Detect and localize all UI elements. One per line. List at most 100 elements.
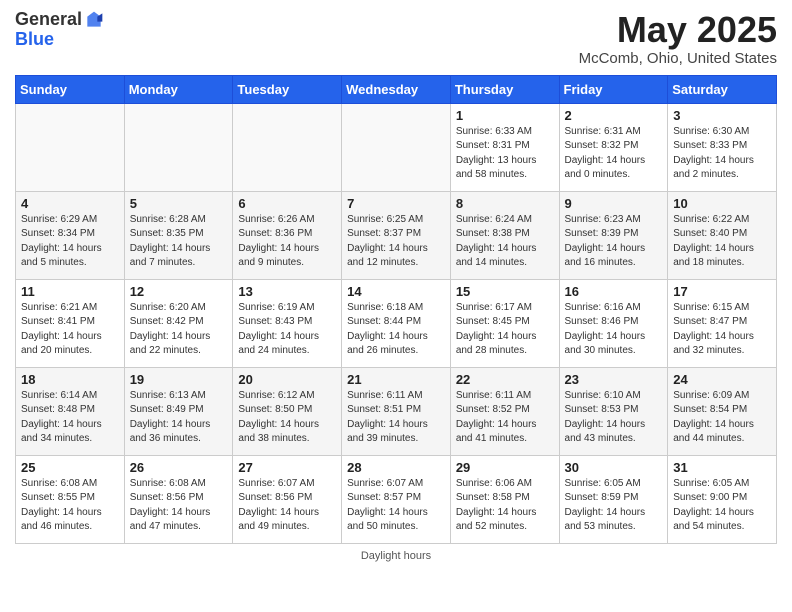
day-number: 12 xyxy=(130,284,228,299)
week-row-1: 1Sunrise: 6:33 AMSunset: 8:31 PMDaylight… xyxy=(16,103,777,191)
calendar-table: SundayMondayTuesdayWednesdayThursdayFrid… xyxy=(15,75,777,544)
calendar-cell xyxy=(342,103,451,191)
day-info: Sunrise: 6:06 AMSunset: 8:58 PMDaylight:… xyxy=(456,477,554,535)
day-info: Sunrise: 6:09 AMSunset: 8:54 PMDaylight:… xyxy=(673,389,771,447)
day-info: Sunrise: 6:05 AMSunset: 8:59 PMDaylight:… xyxy=(565,477,663,535)
header-day-wednesday: Wednesday xyxy=(342,75,451,103)
day-number: 27 xyxy=(238,460,336,475)
day-info: Sunrise: 6:26 AMSunset: 8:36 PMDaylight:… xyxy=(238,213,336,271)
day-info: Sunrise: 6:10 AMSunset: 8:53 PMDaylight:… xyxy=(565,389,663,447)
calendar-cell: 28 Sunrise: 6:07 AMSunset: 8:57 PMDayligh… xyxy=(342,455,451,543)
header-day-friday: Friday xyxy=(559,75,668,103)
calendar-cell: 20Sunrise: 6:12 AMSunset: 8:50 PMDayligh… xyxy=(233,367,342,455)
calendar-cell: 25 Sunrise: 6:08 AMSunset: 8:55 PMDayligh… xyxy=(16,455,125,543)
calendar-cell: 10Sunrise: 6:22 AMSunset: 8:40 PMDayligh… xyxy=(668,191,777,279)
day-info: Sunrise: 6:28 AMSunset: 8:35 PMDaylight:… xyxy=(130,213,228,271)
day-info: Sunrise: 6:25 AMSunset: 8:37 PMDaylight:… xyxy=(347,213,445,271)
calendar-cell xyxy=(124,103,233,191)
calendar-cell: 14 Sunrise: 6:18 AMSunset: 8:44 PMDayligh… xyxy=(342,279,451,367)
calendar-cell: 31 Sunrise: 6:05 AMSunset: 9:00 PMDayligh… xyxy=(668,455,777,543)
day-info: Sunrise: 6:08 AMSunset: 8:55 PMDaylight:… xyxy=(21,477,119,535)
day-number: 6 xyxy=(238,196,336,211)
day-number: 15 xyxy=(456,284,554,299)
header-day-saturday: Saturday xyxy=(668,75,777,103)
calendar-cell: 13Sunrise: 6:19 AMSunset: 8:43 PMDayligh… xyxy=(233,279,342,367)
day-number: 4 xyxy=(21,196,119,211)
day-number: 11 xyxy=(21,284,119,299)
header-day-sunday: Sunday xyxy=(16,75,125,103)
calendar-cell: 2 Sunrise: 6:31 AMSunset: 8:32 PMDaylight… xyxy=(559,103,668,191)
footer-note: Daylight hours xyxy=(15,550,777,562)
calendar-cell: 4 Sunrise: 6:29 AMSunset: 8:34 PMDaylight… xyxy=(16,191,125,279)
logo-icon xyxy=(84,10,104,30)
day-info: Sunrise: 6:08 AMSunset: 8:56 PMDaylight:… xyxy=(130,477,228,535)
calendar-cell: 17 Sunrise: 6:15 AMSunset: 8:47 PMDayligh… xyxy=(668,279,777,367)
calendar-cell: 21 Sunrise: 6:11 AMSunset: 8:51 PMDayligh… xyxy=(342,367,451,455)
day-number: 21 xyxy=(347,372,445,387)
day-number: 29 xyxy=(456,460,554,475)
calendar-cell: 29 Sunrise: 6:06 AMSunset: 8:58 PMDayligh… xyxy=(450,455,559,543)
calendar-cell: 30 Sunrise: 6:05 AMSunset: 8:59 PMDayligh… xyxy=(559,455,668,543)
day-info: Sunrise: 6:21 AMSunset: 8:41 PMDaylight:… xyxy=(21,301,119,359)
day-info: Sunrise: 6:16 AMSunset: 8:46 PMDaylight:… xyxy=(565,301,663,359)
calendar-cell: 1Sunrise: 6:33 AMSunset: 8:31 PMDaylight… xyxy=(450,103,559,191)
calendar-cell: 12 Sunrise: 6:20 AMSunset: 8:42 PMDayligh… xyxy=(124,279,233,367)
calendar-cell: 26 Sunrise: 6:08 AMSunset: 8:56 PMDayligh… xyxy=(124,455,233,543)
calendar-cell: 5 Sunrise: 6:28 AMSunset: 8:35 PMDaylight… xyxy=(124,191,233,279)
day-info: Sunrise: 6:18 AMSunset: 8:44 PMDaylight:… xyxy=(347,301,445,359)
day-info: Sunrise: 6:20 AMSunset: 8:42 PMDaylight:… xyxy=(130,301,228,359)
month-title: May 2025 xyxy=(579,10,777,50)
calendar-cell: 6 Sunrise: 6:26 AMSunset: 8:36 PMDaylight… xyxy=(233,191,342,279)
day-info: Sunrise: 6:11 AMSunset: 8:51 PMDaylight:… xyxy=(347,389,445,447)
week-row-5: 25 Sunrise: 6:08 AMSunset: 8:55 PMDayligh… xyxy=(16,455,777,543)
day-info: Sunrise: 6:29 AMSunset: 8:34 PMDaylight:… xyxy=(21,213,119,271)
day-info: Sunrise: 6:14 AMSunset: 8:48 PMDaylight:… xyxy=(21,389,119,447)
calendar-cell: 18Sunrise: 6:14 AMSunset: 8:48 PMDayligh… xyxy=(16,367,125,455)
calendar-cell: 15 Sunrise: 6:17 AMSunset: 8:45 PMDayligh… xyxy=(450,279,559,367)
day-number: 14 xyxy=(347,284,445,299)
header-day-tuesday: Tuesday xyxy=(233,75,342,103)
day-number: 30 xyxy=(565,460,663,475)
calendar-cell: 19Sunrise: 6:13 AMSunset: 8:49 PMDayligh… xyxy=(124,367,233,455)
day-number: 16 xyxy=(565,284,663,299)
day-info: Sunrise: 6:07 AMSunset: 8:57 PMDaylight:… xyxy=(347,477,445,535)
day-number: 26 xyxy=(130,460,228,475)
day-number: 17 xyxy=(673,284,771,299)
week-row-4: 18Sunrise: 6:14 AMSunset: 8:48 PMDayligh… xyxy=(16,367,777,455)
day-number: 9 xyxy=(565,196,663,211)
calendar-cell: 3 Sunrise: 6:30 AMSunset: 8:33 PMDaylight… xyxy=(668,103,777,191)
day-number: 25 xyxy=(21,460,119,475)
day-number: 2 xyxy=(565,108,663,123)
day-info: Sunrise: 6:15 AMSunset: 8:47 PMDaylight:… xyxy=(673,301,771,359)
header-day-thursday: Thursday xyxy=(450,75,559,103)
day-number: 23 xyxy=(565,372,663,387)
day-info: Sunrise: 6:19 AMSunset: 8:43 PMDaylight:… xyxy=(238,301,336,359)
calendar-cell: 7Sunrise: 6:25 AMSunset: 8:37 PMDaylight… xyxy=(342,191,451,279)
day-info: Sunrise: 6:30 AMSunset: 8:33 PMDaylight:… xyxy=(673,125,771,183)
logo-general-text: General xyxy=(15,10,82,30)
day-number: 31 xyxy=(673,460,771,475)
day-info: Sunrise: 6:13 AMSunset: 8:49 PMDaylight:… xyxy=(130,389,228,447)
calendar-cell: 23 Sunrise: 6:10 AMSunset: 8:53 PMDayligh… xyxy=(559,367,668,455)
day-number: 3 xyxy=(673,108,771,123)
logo-blue-text: Blue xyxy=(15,30,104,50)
page-header: General Blue May 2025 McComb, Ohio, Unit… xyxy=(15,10,777,67)
day-number: 10 xyxy=(673,196,771,211)
week-row-3: 11 Sunrise: 6:21 AMSunset: 8:41 PMDayligh… xyxy=(16,279,777,367)
calendar-cell xyxy=(16,103,125,191)
day-info: Sunrise: 6:17 AMSunset: 8:45 PMDaylight:… xyxy=(456,301,554,359)
day-info: Sunrise: 6:11 AMSunset: 8:52 PMDaylight:… xyxy=(456,389,554,447)
day-number: 28 xyxy=(347,460,445,475)
day-number: 20 xyxy=(238,372,336,387)
day-number: 24 xyxy=(673,372,771,387)
day-info: Sunrise: 6:23 AMSunset: 8:39 PMDaylight:… xyxy=(565,213,663,271)
calendar-cell: 24 Sunrise: 6:09 AMSunset: 8:54 PMDayligh… xyxy=(668,367,777,455)
logo: General Blue xyxy=(15,10,104,50)
location-text: McComb, Ohio, United States xyxy=(579,50,777,67)
week-row-2: 4 Sunrise: 6:29 AMSunset: 8:34 PMDaylight… xyxy=(16,191,777,279)
day-number: 5 xyxy=(130,196,228,211)
calendar-cell: 9 Sunrise: 6:23 AMSunset: 8:39 PMDaylight… xyxy=(559,191,668,279)
day-info: Sunrise: 6:33 AMSunset: 8:31 PMDaylight:… xyxy=(456,125,554,183)
day-info: Sunrise: 6:31 AMSunset: 8:32 PMDaylight:… xyxy=(565,125,663,183)
day-info: Sunrise: 6:05 AMSunset: 9:00 PMDaylight:… xyxy=(673,477,771,535)
